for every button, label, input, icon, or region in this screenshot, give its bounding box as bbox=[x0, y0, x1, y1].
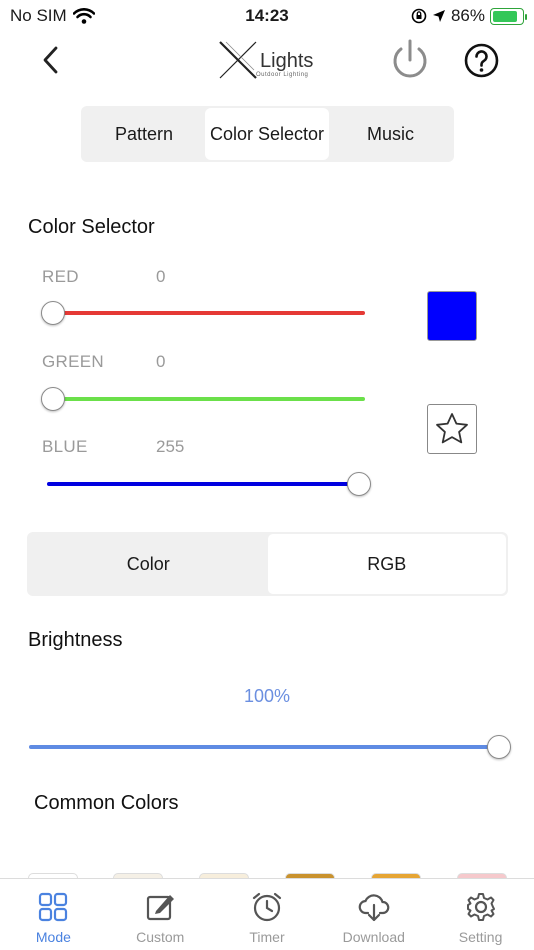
tab-download[interactable]: Download bbox=[320, 879, 427, 950]
brightness-value: 100% bbox=[243, 686, 291, 706]
power-button[interactable] bbox=[388, 38, 432, 82]
tab-download-label: Download bbox=[342, 929, 405, 945]
star-icon bbox=[436, 413, 468, 444]
edit-icon bbox=[147, 895, 175, 921]
red-label: RED bbox=[42, 267, 79, 286]
power-icon bbox=[393, 39, 427, 78]
cloud-download-icon bbox=[358, 894, 390, 922]
alarm-clock-icon bbox=[252, 892, 282, 922]
battery-icon bbox=[490, 7, 527, 25]
back-button[interactable] bbox=[36, 42, 68, 78]
tab-timer-label: Timer bbox=[249, 929, 285, 945]
tab-custom[interactable]: Custom bbox=[107, 879, 214, 950]
rgb-mode-option[interactable]: RGB bbox=[267, 534, 506, 594]
color-mode-option[interactable]: Color bbox=[29, 534, 268, 594]
tab-custom-label: Custom bbox=[136, 929, 185, 945]
green-slider-knob[interactable] bbox=[41, 387, 65, 411]
tab-setting-label: Setting bbox=[458, 929, 503, 945]
bottom-tab-bar: Mode Custom Timer Download Setting bbox=[0, 878, 534, 950]
status-bar: No SIM 14:23 86% bbox=[0, 0, 534, 32]
mode-tabs: Pattern Color Selector Music bbox=[81, 106, 454, 162]
tab-pattern[interactable]: Pattern bbox=[83, 108, 205, 160]
brightness-title: Brightness bbox=[28, 629, 123, 651]
color-preview-swatch bbox=[427, 291, 477, 341]
tab-music[interactable]: Music bbox=[329, 108, 452, 160]
tab-color-selector[interactable]: Color Selector bbox=[205, 108, 329, 160]
status-right: 86% bbox=[411, 6, 527, 26]
chevron-left-icon bbox=[43, 46, 58, 74]
app-logo: Lights Outdoor Lighting bbox=[216, 40, 320, 82]
battery-cap bbox=[525, 13, 527, 20]
red-slider-track[interactable] bbox=[47, 311, 365, 315]
green-slider-track[interactable] bbox=[47, 397, 365, 401]
brightness-slider-track[interactable] bbox=[29, 745, 499, 749]
location-arrow-icon bbox=[432, 10, 445, 22]
tab-mode-label: Mode bbox=[35, 929, 71, 945]
color-mode-toggle: Color RGB bbox=[27, 532, 508, 596]
blue-slider-knob[interactable] bbox=[347, 472, 371, 496]
grid-icon bbox=[39, 892, 68, 922]
blue-label: BLUE bbox=[42, 437, 88, 456]
help-button[interactable] bbox=[464, 43, 499, 78]
gear-icon bbox=[466, 893, 495, 921]
logo-x-icon bbox=[219, 41, 257, 79]
blue-slider-track[interactable] bbox=[47, 482, 365, 486]
red-slider-knob[interactable] bbox=[41, 301, 65, 325]
favorite-button[interactable] bbox=[427, 404, 477, 454]
battery-percent: 86% bbox=[450, 6, 485, 25]
green-label: GREEN bbox=[42, 352, 104, 371]
nav-bar: Lights Outdoor Lighting bbox=[0, 32, 534, 92]
logo-subtitle: Outdoor Lighting bbox=[256, 72, 309, 78]
rotation-lock-icon bbox=[411, 8, 427, 24]
red-value: 0 bbox=[156, 267, 166, 286]
logo-text: Lights bbox=[260, 50, 314, 72]
tab-setting[interactable]: Setting bbox=[427, 879, 534, 950]
color-selector-title: Color Selector bbox=[28, 216, 155, 238]
brightness-slider-knob[interactable] bbox=[487, 735, 511, 759]
tab-timer[interactable]: Timer bbox=[214, 879, 321, 950]
common-colors-title: Common Colors bbox=[34, 792, 179, 814]
question-circle-icon bbox=[464, 43, 499, 78]
battery-fill bbox=[493, 10, 518, 22]
green-value: 0 bbox=[156, 352, 166, 371]
blue-value: 255 bbox=[156, 437, 185, 456]
tab-mode[interactable]: Mode bbox=[0, 879, 107, 950]
